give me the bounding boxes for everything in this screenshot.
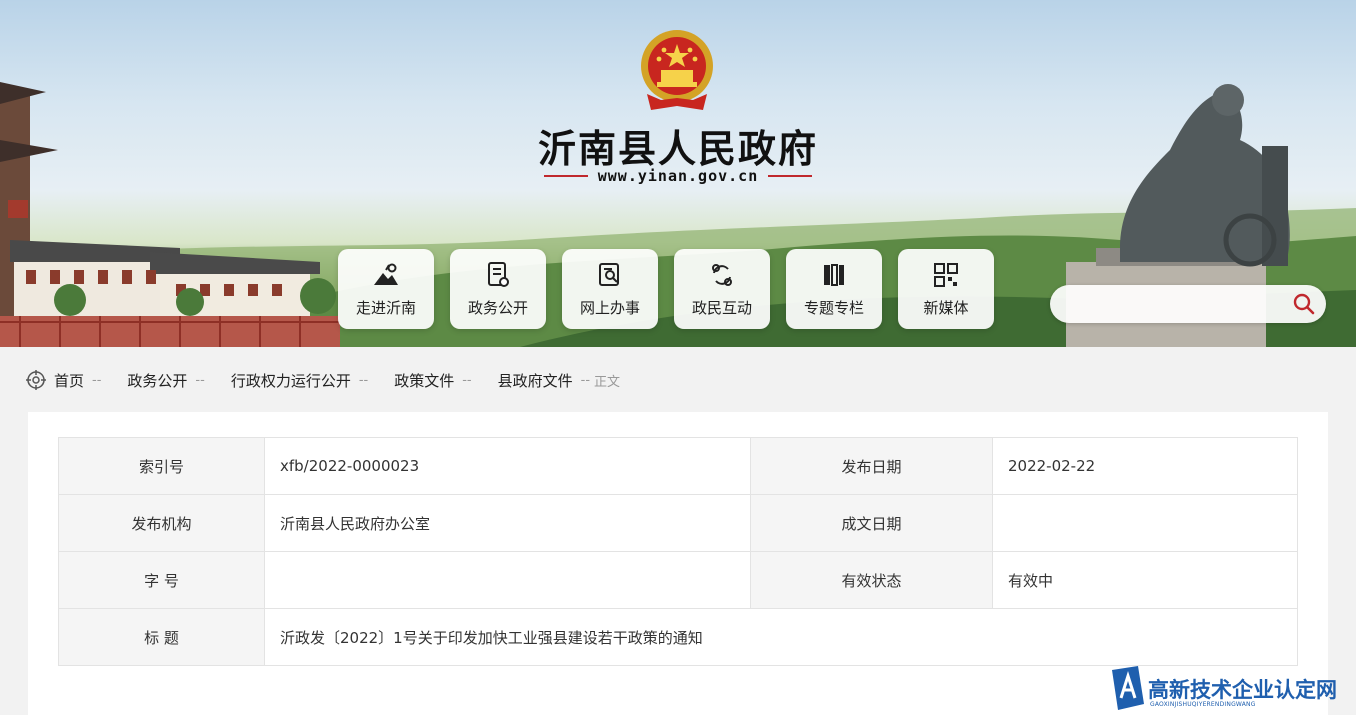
pub-date-label: 发布日期 bbox=[750, 437, 993, 495]
location-target-icon bbox=[26, 370, 46, 390]
made-date-value bbox=[992, 494, 1298, 552]
title-value: 沂政发〔2022〕1号关于印发加快工业强县建设若干政策的通知 bbox=[264, 608, 1298, 666]
document-icon bbox=[488, 261, 509, 287]
org-value: 沂南县人民政府办公室 bbox=[264, 494, 751, 552]
search-input[interactable] bbox=[1064, 285, 1284, 323]
table-row: 索引号 xfb/2022-0000023 发布日期 2022-02-22 bbox=[58, 437, 1298, 495]
breadcrumb-zhengce[interactable]: 政策文件 bbox=[394, 370, 454, 391]
doc-no-value bbox=[264, 551, 751, 609]
table-row: 字 号 有效状态 有效中 bbox=[58, 551, 1298, 609]
search-box bbox=[1050, 285, 1326, 323]
breadcrumb-separator: -- bbox=[358, 372, 369, 388]
breadcrumb-separator: -- bbox=[92, 372, 102, 388]
watermark-logo-icon bbox=[1112, 666, 1144, 710]
nav-item-banshi[interactable]: 网上办事 bbox=[562, 249, 658, 329]
title-label: 标 题 bbox=[58, 608, 265, 666]
breadcrumb-separator: -- bbox=[580, 372, 591, 388]
watermark-title: 高新技术企业认定网 bbox=[1148, 678, 1337, 702]
national-emblem-icon bbox=[641, 30, 713, 110]
nav-item-zhuanti[interactable]: 专题专栏 bbox=[786, 249, 882, 329]
watermark: 高新技术企业认定网 GAOXINJISHUQIYERENDINGWANG bbox=[1108, 664, 1356, 715]
qrcode-icon bbox=[934, 262, 958, 287]
nav-item-meiti[interactable]: 新媒体 bbox=[898, 249, 994, 329]
breadcrumb-xingzheng[interactable]: 行政权力运行公开 bbox=[231, 370, 351, 391]
watermark-subtitle: GAOXINJISHUQIYERENDINGWANG bbox=[1150, 701, 1256, 708]
doc-no-label: 字 号 bbox=[58, 551, 265, 609]
breadcrumb-xianzhengfu[interactable]: 县政府文件 bbox=[498, 370, 573, 391]
pub-date-value: 2022-02-22 bbox=[992, 437, 1298, 495]
nav-item-label: 专题专栏 bbox=[803, 298, 864, 317]
status-value: 有效中 bbox=[992, 551, 1298, 609]
interaction-icon bbox=[712, 263, 732, 286]
nav-item-label: 网上办事 bbox=[579, 298, 640, 317]
breadcrumb: 首页 -- 政务公开 -- 行政权力运行公开 -- 政策文件 -- 县政府文件 … bbox=[26, 368, 620, 392]
table-row: 标 题 沂政发〔2022〕1号关于印发加快工业强县建设若干政策的通知 bbox=[58, 608, 1298, 666]
landscape-icon bbox=[374, 263, 398, 285]
nav-item-zoujin[interactable]: 走进沂南 bbox=[338, 249, 434, 329]
document-meta-table: 索引号 xfb/2022-0000023 发布日期 2022-02-22 发布机… bbox=[58, 437, 1298, 666]
nav-item-label: 政务公开 bbox=[467, 298, 528, 317]
decorative-rule-right bbox=[768, 175, 813, 177]
site-url: www.yinan.gov.cn bbox=[597, 167, 759, 185]
search-document-icon bbox=[599, 262, 619, 286]
made-date-label: 成文日期 bbox=[750, 494, 993, 552]
main-nav: 走进沂南 政务公开 网上办事 政民互动 专题专栏 新媒体 bbox=[338, 249, 994, 329]
search-icon[interactable] bbox=[1292, 292, 1316, 316]
site-url-row: www.yinan.gov.cn bbox=[530, 166, 826, 186]
index-label: 索引号 bbox=[58, 437, 265, 495]
nav-item-hudong[interactable]: 政民互动 bbox=[674, 249, 770, 329]
index-value: xfb/2022-0000023 bbox=[264, 437, 751, 495]
nav-item-zhengwu[interactable]: 政务公开 bbox=[450, 249, 546, 329]
breadcrumb-separator: -- bbox=[462, 372, 472, 388]
org-label: 发布机构 bbox=[58, 494, 265, 552]
breadcrumb-separator: -- bbox=[195, 372, 205, 388]
breadcrumb-current: 正文 bbox=[594, 374, 621, 390]
status-label: 有效状态 bbox=[750, 551, 993, 609]
site-title: 沂南县人民政府 bbox=[537, 126, 818, 171]
table-row: 发布机构 沂南县人民政府办公室 成文日期 bbox=[58, 494, 1298, 552]
header-banner: 沂南县人民政府 www.yinan.gov.cn 走进沂南 政务公开 网上办事 … bbox=[0, 0, 1356, 347]
nav-item-label: 政民互动 bbox=[691, 298, 752, 317]
breadcrumb-zhengwu[interactable]: 政务公开 bbox=[127, 370, 187, 391]
nav-item-label: 新媒体 bbox=[923, 298, 969, 317]
decorative-rule-left bbox=[543, 175, 588, 177]
nav-item-label: 走进沂南 bbox=[355, 298, 416, 317]
breadcrumb-home[interactable]: 首页 bbox=[54, 370, 84, 391]
books-icon bbox=[824, 263, 844, 286]
